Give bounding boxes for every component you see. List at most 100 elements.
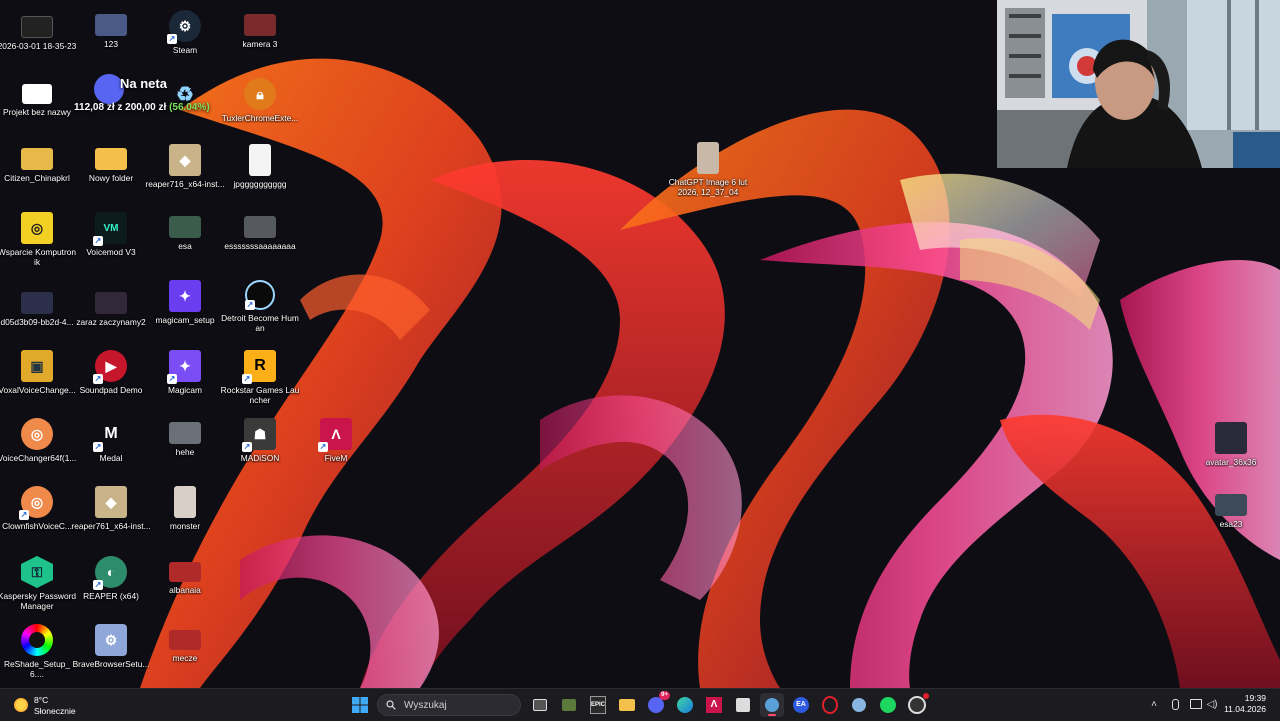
icon-label: ClownfishVoiceC... — [2, 521, 72, 531]
desktop-icon-komputronik[interactable]: ◎ Wsparcie Komputronik — [0, 210, 76, 276]
weather-widget[interactable]: 8°C Słonecznie — [10, 692, 90, 718]
taskbar-app-store[interactable] — [731, 693, 755, 717]
icon-label: mecze — [172, 653, 198, 663]
desktop-icon-d05d3b09[interactable]: d05d3b09-bb2d-4... — [0, 286, 74, 352]
taskbar-search[interactable] — [377, 694, 521, 716]
desktop-icon-reaper716[interactable]: ◆ reaper716_x64-inst... — [145, 142, 225, 208]
desktop-icon-jpg[interactable]: jpgggggggggg — [223, 142, 297, 208]
network-icon — [1190, 699, 1202, 709]
desktop-icon-monster[interactable]: monster — [148, 484, 222, 550]
desktop-icon-detroit[interactable]: ↗ Detroit Become Human — [221, 278, 299, 344]
icon-label: zaraz zaczynamy2 — [76, 317, 146, 327]
steam-icon — [765, 698, 779, 712]
volume-tray[interactable]: ◁) — [1205, 697, 1219, 711]
network-tray[interactable] — [1189, 697, 1203, 711]
icon-label: Medal — [99, 453, 123, 463]
epic-games-icon: EPIC — [590, 696, 606, 714]
desktop-icon-voicemod[interactable]: VM ↗ Voicemod V3 — [74, 210, 148, 276]
taskbar-app-steam-active[interactable] — [760, 693, 784, 717]
desktop-icon-chatgpt-image[interactable]: ChatGPT Image 6 lut 2026, 12_37_04 — [669, 140, 747, 198]
webcam-overlay — [997, 0, 1280, 168]
desktop-icon-reaper[interactable]: ◐ ↗ REAPER (x64) — [74, 554, 148, 620]
icon-label: ReShade_Setup_6.... — [3, 659, 71, 679]
taskbar-app-opera[interactable] — [818, 693, 842, 717]
desktop-icon-avatar[interactable]: avatar_36x36 — [1194, 420, 1268, 486]
desktop-icon-clownfish[interactable]: ◎ ↗ ClownfishVoiceC... — [0, 484, 74, 550]
task-view-button[interactable] — [528, 693, 552, 717]
taskbar-app-file-explorer[interactable] — [615, 693, 639, 717]
taskbar-app-discord[interactable]: 9+ — [644, 691, 670, 717]
image-file-icon — [1215, 422, 1247, 454]
search-input[interactable] — [402, 698, 516, 712]
taskbar-app-edge[interactable] — [673, 693, 697, 717]
taskbar-app-obs[interactable] — [905, 693, 929, 717]
installer-icon: ◆ — [169, 144, 201, 176]
kaspersky-icon: ⚿ — [21, 556, 53, 588]
desktop-icon-madison[interactable]: ☗ ↗ MADiSON — [223, 416, 297, 482]
desktop-icon-projekt[interactable]: Projekt bez nazwy — [0, 76, 74, 142]
desktop-icon-esa[interactable]: esa — [148, 210, 222, 276]
madison-icon: ☗ ↗ — [242, 418, 276, 452]
icon-label: jpgggggggggg — [233, 179, 287, 189]
icon-label: 2026-03-01 18-35-23 — [0, 41, 77, 51]
desktop-icon-steam[interactable]: ⚙ ↗ Steam — [148, 8, 222, 74]
image-file-icon — [244, 14, 276, 36]
taskbar-app-steam[interactable] — [847, 693, 871, 717]
desktop-icon-nowy-folder[interactable]: Nowy folder — [74, 142, 148, 208]
desktop-icon-fivem[interactable]: Λ ↗ FiveM — [299, 416, 373, 482]
reaper-icon: ◐ ↗ — [93, 556, 127, 590]
desktop-icon-kaspersky[interactable]: ⚿ Kaspersky Password Manager — [0, 554, 77, 620]
desktop-icon-voicechanger[interactable]: ◎ VoiceChanger64f(1... — [0, 416, 76, 482]
desktop-icon-esss[interactable]: esssssssaaaaaaaa — [223, 210, 297, 276]
tuxler-icon: 🔒︎ — [244, 78, 276, 110]
store-icon — [736, 698, 750, 712]
microphone-icon — [1171, 698, 1179, 710]
reshade-icon — [21, 624, 53, 656]
desktop-icon-esa23[interactable]: esa23 — [1194, 488, 1268, 554]
desktop-icon-hehe[interactable]: hehe — [148, 416, 222, 482]
desktop-icon-magicam[interactable]: ✦ ↗ Magicam — [148, 348, 222, 414]
taskbar-app-spotify[interactable] — [876, 693, 900, 717]
desktop-icon-soundpad[interactable]: ▶ ↗ Soundpad Demo — [74, 348, 148, 414]
desktop-icon-kamera3[interactable]: kamera 3 — [223, 8, 297, 74]
medal-icon: M ↗ — [93, 425, 118, 452]
weather-temperature: 8°C — [34, 695, 49, 705]
start-button[interactable] — [348, 693, 372, 717]
icon-label: FiveM — [324, 453, 348, 463]
icon-label: Kaspersky Password Manager — [0, 591, 77, 611]
image-file-icon — [169, 422, 201, 444]
desktop-icon-citizen[interactable]: Citizen_Chinapkrl — [0, 142, 74, 208]
taskbar-app-widgets[interactable] — [557, 693, 581, 717]
image-file-icon — [169, 630, 201, 650]
clock-date: 11.04.2026 — [1224, 704, 1266, 714]
desktop-icon-brave[interactable]: ⚙ BraveBrowserSetu... — [73, 622, 149, 688]
fivem-icon: Λ ↗ — [318, 418, 352, 452]
taskbar-app-ea[interactable]: EA — [789, 693, 813, 717]
desktop-icon-tuxler[interactable]: 🔒︎ TuxlerChromeExte... — [222, 76, 298, 142]
icon-label: reaper761_x64-inst... — [71, 521, 151, 531]
image-file-icon — [95, 14, 127, 36]
goal-amount: 112,08 zł z 200,00 zł (56.04%) — [74, 102, 210, 113]
desktop-icon-reshade[interactable]: ReShade_Setup_6.... — [0, 622, 74, 688]
desktop-icon-medal[interactable]: M ↗ Medal — [74, 416, 148, 482]
widgets-icon — [562, 699, 576, 711]
icon-label: monster — [169, 521, 201, 531]
microphone-tray[interactable] — [1168, 697, 1182, 711]
desktop-icon-recording[interactable]: 2026-03-01 18-35-23 — [0, 8, 77, 74]
taskbar: 8°C Słonecznie EPIC 9+ Λ — [0, 688, 1280, 721]
desktop-icon-albanaia[interactable]: albanaia — [148, 554, 222, 620]
desktop-icon-rockstar[interactable]: R ↗ Rockstar Games Launcher — [221, 348, 299, 414]
opera-icon — [822, 696, 838, 714]
taskbar-app-epic-games[interactable]: EPIC — [586, 693, 610, 717]
desktop-icon-123[interactable]: 123 — [74, 8, 148, 74]
edge-icon — [677, 697, 693, 713]
desktop-icon-zaraz[interactable]: zaraz zaczynamy2 — [74, 286, 148, 352]
taskbar-app-fivem[interactable]: Λ — [702, 693, 726, 717]
show-hidden-icons-button[interactable]: ˄ — [1147, 697, 1161, 711]
desktop-icon-magicam-setup[interactable]: ✦ magicam_setup — [148, 278, 222, 344]
desktop-icon-reaper761[interactable]: ◆ reaper761_x64-inst... — [71, 484, 151, 550]
folder-icon — [619, 699, 635, 711]
desktop-icon-mecze[interactable]: mecze — [148, 622, 222, 688]
clock[interactable]: 19:39 11.04.2026 — [1224, 693, 1266, 715]
desktop-icon-voxal[interactable]: ▣ VoxalVoiceChange... — [0, 348, 76, 414]
